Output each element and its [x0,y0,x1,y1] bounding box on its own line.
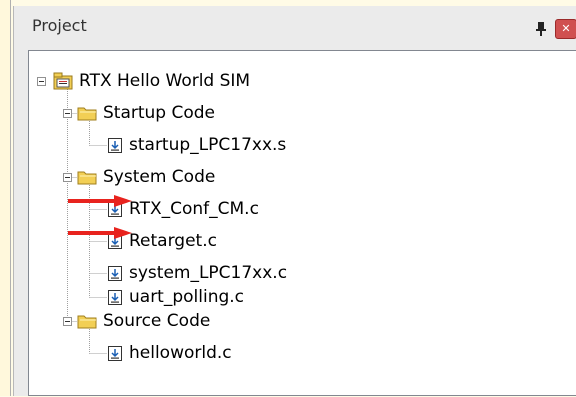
tree-file[interactable]: startup_LPC17xx.s [107,133,286,157]
tree-group-startup[interactable]: Startup Code [77,101,215,125]
collapse-icon[interactable] [63,109,72,118]
file-label: startup_LPC17xx.s [129,135,287,155]
window-divider [10,0,11,396]
folder-icon [77,107,97,121]
desktop-edge [0,0,10,396]
root-label: RTX Hello World SIM [79,71,251,91]
group-label: Source Code [103,311,211,331]
tree-file[interactable]: uart_polling.c [107,285,244,309]
tree-root[interactable]: RTX Hello World SIM [53,69,250,93]
file-label: helloworld.c [129,343,232,363]
file-icon [108,345,122,361]
file-icon [108,265,122,281]
tree-group-source[interactable]: Source Code [77,309,210,333]
collapse-icon[interactable] [37,77,46,86]
tree-file[interactable]: helloworld.c [107,341,232,365]
group-label: Startup Code [103,103,216,123]
file-label: uart_polling.c [129,287,245,307]
project-tree: RTX Hello World SIM Startup Code startup… [28,50,576,396]
panel-title: Project [32,16,87,35]
file-icon [108,137,122,153]
close-icon[interactable]: ✕ [555,19,576,39]
tree-file[interactable]: system_LPC17xx.c [107,261,287,285]
red-arrow-icon [68,195,132,207]
group-label: System Code [103,167,216,187]
red-arrow-icon [68,227,132,239]
pin-icon[interactable] [536,22,546,36]
collapse-icon[interactable] [63,317,72,326]
tree-group-system[interactable]: System Code [77,165,215,189]
collapse-icon[interactable] [63,173,72,182]
folder-icon [77,171,97,185]
panel-titlebar: Project ✕ [14,6,576,49]
folder-icon [77,315,97,329]
project-root-icon [53,72,73,90]
file-label: Retarget.c [129,231,217,251]
file-icon [108,289,122,305]
file-label: RTX_Conf_CM.c [129,199,259,219]
file-label: system_LPC17xx.c [129,263,288,283]
